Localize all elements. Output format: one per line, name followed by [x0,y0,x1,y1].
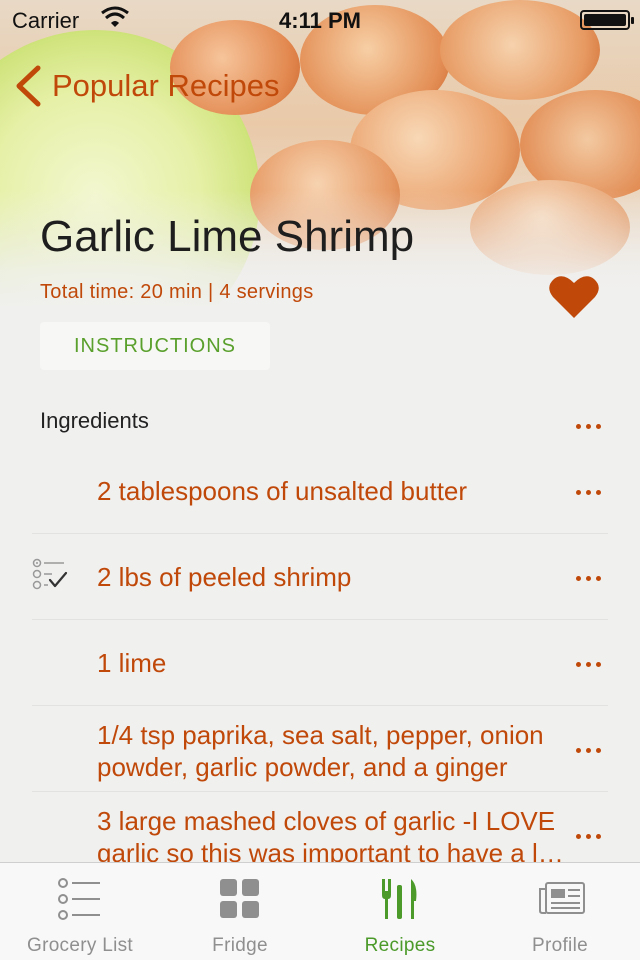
ingredients-more-icon[interactable] [576,424,602,430]
tab-label: Fridge [212,935,268,956]
grid-icon [220,879,259,918]
tab-grocery-list[interactable]: Grocery List [0,863,160,960]
recipe-meta: Total time: 20 min | 4 servings [40,281,314,303]
more-options-icon[interactable] [576,490,602,496]
more-options-icon[interactable] [576,748,602,754]
tab-fridge[interactable]: Fridge [160,863,320,960]
tab-label: Recipes [364,935,436,956]
back-button-label: Popular Recipes [52,68,280,103]
more-options-icon[interactable] [576,662,602,668]
chevron-left-icon [16,65,41,107]
ingredient-row[interactable]: 3 large mashed cloves of garlic -I LOVE … [0,792,640,862]
ingredient-text: 2 tablespoons of unsalted butter [97,476,468,506]
favorite-heart-icon[interactable] [548,272,600,320]
more-options-icon[interactable] [576,834,602,840]
more-options-icon[interactable] [576,576,602,582]
status-bar: Carrier 4:11 PM [0,0,640,40]
checklist-checked-icon [32,558,68,590]
ingredient-text: 1 lime [97,648,167,678]
ingredient-row[interactable]: 2 tablespoons of unsalted butter [0,448,640,534]
list-icon [58,878,100,920]
tab-bar: Grocery List Fridge Recipes Profile [0,862,640,960]
ingredients-list: 2 tablespoons of unsalted butter 2 lbs o… [0,448,640,862]
battery-icon [580,10,634,30]
recipe-hero-image [0,0,640,310]
ingredient-text: 2 lbs of peeled shrimp [97,562,352,592]
back-button[interactable]: Popular Recipes [14,64,279,108]
ingredient-row[interactable]: 2 lbs of peeled shrimp [0,534,640,620]
tab-label: Grocery List [26,935,133,956]
ingredient-text: 1/4 tsp paprika, sea salt, pepper, onion… [97,720,544,782]
ingredients-header: Ingredients [40,408,149,433]
clock: 4:11 PM [279,8,361,33]
tab-label: Profile [532,935,588,956]
fork-knife-icon [382,879,417,919]
ingredient-row[interactable]: 1 lime [0,620,640,706]
tab-profile[interactable]: Profile [480,863,640,960]
newspaper-icon [539,882,585,914]
ingredient-text: 3 large mashed cloves of garlic -I LOVE … [97,806,564,862]
recipe-title: Garlic Lime Shrimp [40,212,415,261]
tab-recipes[interactable]: Recipes [320,863,480,960]
instructions-button[interactable]: INSTRUCTIONS [40,322,270,370]
ingredient-row[interactable]: 1/4 tsp paprika, sea salt, pepper, onion… [0,706,640,792]
